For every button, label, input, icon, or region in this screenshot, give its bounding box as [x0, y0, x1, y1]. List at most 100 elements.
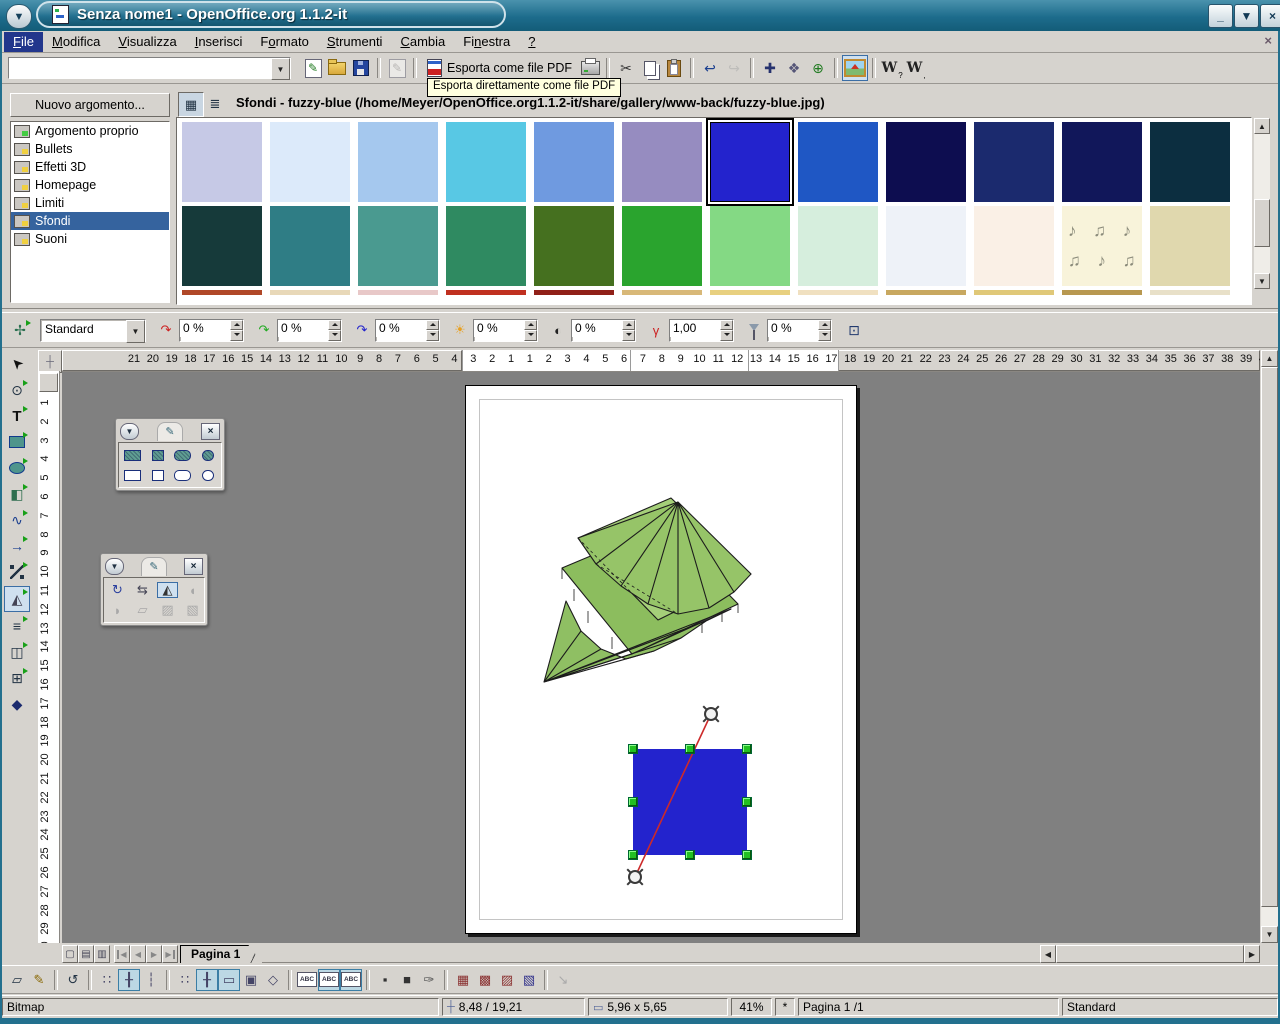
load-url-combo[interactable]: ▼	[8, 57, 291, 79]
show-snap-lines[interactable]: ╂	[118, 969, 140, 991]
interaction-tool[interactable]: ◆	[5, 692, 29, 716]
canvas-vscrollbar-thumb[interactable]	[1261, 367, 1278, 907]
curve-tool[interactable]: ∿	[5, 508, 29, 532]
combo-dropdown-icon[interactable]: ▼	[271, 58, 290, 80]
brightness-input[interactable]	[474, 320, 524, 337]
gallery-grid-view-button[interactable]: ▦	[178, 92, 204, 117]
last-page-button[interactable]: ▶	[162, 945, 178, 963]
texture-green-fabric[interactable]	[446, 206, 526, 286]
texture-rings[interactable]	[886, 206, 966, 286]
snap-to-grid[interactable]: ∷	[174, 969, 196, 991]
spin-down-icon[interactable]	[818, 330, 831, 341]
spin-up-icon[interactable]	[622, 320, 635, 331]
3d-objects-tool[interactable]: ◧	[5, 482, 29, 506]
helplines-while-moving[interactable]: ┆	[140, 969, 162, 991]
status-style-name[interactable]: Standard	[1062, 998, 1278, 1016]
close-button[interactable]: ×	[1260, 4, 1280, 28]
green-3d-rotation-object[interactable]	[526, 491, 761, 696]
texture-sand[interactable]	[1150, 206, 1230, 286]
texture-music-notes[interactable]: ♪ ♫ ♪ ♫ ♫ ♪ ♫ ♪	[1062, 206, 1142, 286]
selection-handle[interactable]	[685, 850, 695, 860]
texture-partial[interactable]	[974, 290, 1054, 295]
hscroll-right-icon[interactable]: ▶	[1244, 945, 1260, 963]
navigator-icon[interactable]: ✚	[758, 56, 782, 80]
menu-visualizza[interactable]: Visualizza	[109, 32, 185, 52]
spin-down-icon[interactable]	[426, 330, 439, 341]
texture-partial[interactable]	[886, 290, 966, 295]
horizontal-ruler[interactable]: 2120191817161514131211109876543211234567…	[62, 350, 1260, 372]
texture-dark-grass[interactable]	[534, 206, 614, 286]
spin-up-icon[interactable]	[230, 320, 243, 331]
gallery-theme-homepage[interactable]: Homepage	[11, 176, 169, 194]
rounded-rectangle-button[interactable]	[172, 467, 193, 483]
canvas-scroll-down-icon[interactable]: ▼	[1261, 926, 1278, 943]
texture-partial[interactable]	[270, 290, 350, 295]
texture-partial[interactable]	[358, 290, 438, 295]
selection-handle[interactable]	[742, 744, 752, 754]
transparency-input[interactable]	[768, 320, 818, 337]
hyperlink-icon[interactable]: ⊕	[806, 56, 830, 80]
simple-handles[interactable]: ▪	[374, 969, 396, 991]
gallery-icon[interactable]	[842, 55, 868, 81]
edit-glue-points[interactable]: ✎	[28, 969, 50, 991]
texture-partial[interactable]	[798, 290, 878, 295]
red-channel-spinner[interactable]	[230, 320, 243, 341]
select-tool[interactable]: ➤	[5, 352, 29, 376]
rounded-rectangle-filled-button[interactable]	[172, 447, 193, 463]
contour-mode[interactable]: ▩	[474, 969, 496, 991]
green-channel-input[interactable]	[278, 320, 328, 337]
spin-up-icon[interactable]	[720, 320, 733, 331]
selection-handle[interactable]	[742, 797, 752, 807]
texture-partial[interactable]	[710, 290, 790, 295]
lines-arrows-tool[interactable]: →	[5, 534, 29, 558]
square-button[interactable]	[147, 467, 168, 483]
snap-to-page-margins[interactable]: ▭	[218, 969, 240, 991]
undo-icon[interactable]: ↩	[698, 56, 722, 80]
pdf-export-button[interactable]: Esporta come file PDF	[421, 56, 578, 80]
insert-tool[interactable]: ⊞	[5, 666, 29, 690]
double-click-to-edit-text[interactable]: ABC	[340, 969, 362, 991]
minimize-button[interactable]: _	[1208, 4, 1233, 28]
snap-to-snap-lines[interactable]: ╂	[196, 969, 218, 991]
texture-navy-maze[interactable]	[886, 122, 966, 202]
new-theme-button[interactable]: Nuovo argomento...	[10, 93, 170, 117]
rectangle-button[interactable]	[122, 467, 143, 483]
blue-channel-input[interactable]	[376, 320, 426, 337]
gallery-list-view-button[interactable]: ≣	[203, 92, 227, 115]
canvas-hscrollbar-thumb[interactable]	[1056, 945, 1244, 963]
texture-dark-teal-blobs[interactable]	[1150, 122, 1230, 202]
texture-blue-water[interactable]	[534, 122, 614, 202]
selection-handle[interactable]	[628, 797, 638, 807]
spin-down-icon[interactable]	[230, 330, 243, 341]
zoom-tool[interactable]: ⊙	[5, 378, 29, 402]
menu-inserisci[interactable]: Inserisci	[186, 32, 252, 52]
rounded-square-filled-button[interactable]	[197, 447, 218, 463]
status-zoom[interactable]: 41%	[731, 998, 772, 1016]
text-tool[interactable]: T	[5, 404, 29, 428]
load-url-input[interactable]	[9, 58, 271, 78]
toolbar-close-icon[interactable]: ×	[201, 423, 220, 440]
stylist-icon[interactable]: ❖	[782, 56, 806, 80]
print-icon[interactable]	[578, 56, 602, 80]
menu-cambia[interactable]: Cambia	[391, 32, 454, 52]
graphics-mode-select[interactable]: Standard ▼	[40, 319, 146, 342]
selection-handle[interactable]	[628, 850, 638, 860]
selection-handle[interactable]	[628, 744, 638, 754]
page-tab-pagina-1[interactable]: Pagina 1	[180, 945, 262, 963]
spin-up-icon[interactable]	[524, 320, 537, 331]
flip-button[interactable]: ⇆	[132, 582, 153, 598]
vertical-ruler[interactable]: 1234567891011121314151617181920212223242…	[38, 371, 60, 943]
spin-down-icon[interactable]	[328, 330, 341, 341]
close-document-icon[interactable]: ×	[1264, 33, 1272, 48]
gallery-theme-argomento-proprio[interactable]: Argomento proprio	[11, 122, 169, 140]
canvas-scroll-up-icon[interactable]: ▲	[1261, 350, 1278, 367]
gallery-scrollbar-thumb[interactable]	[1254, 199, 1270, 247]
rectangle-filled-button[interactable]	[122, 447, 143, 463]
in-3d-rotation-object-button[interactable]: ◭	[157, 582, 178, 598]
spin-up-icon[interactable]	[818, 320, 831, 331]
snap-to-object-points[interactable]: ◇	[262, 969, 284, 991]
gallery-theme-limiti[interactable]: Limiti	[11, 194, 169, 212]
toolbar-menu-icon[interactable]: ▼	[105, 558, 124, 575]
w-question-icon[interactable]: W?	[880, 56, 904, 80]
effects-tool[interactable]: ◭	[4, 586, 30, 612]
